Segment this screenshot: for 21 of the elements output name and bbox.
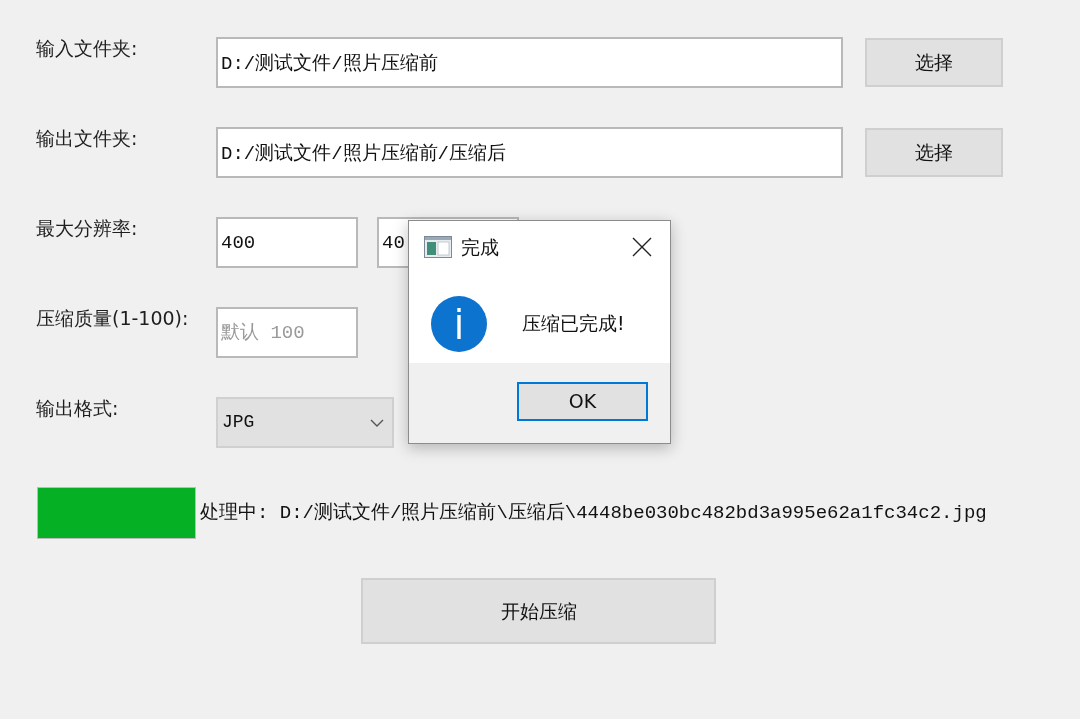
- field-label: 输出格式:: [36, 397, 120, 419]
- path-input-field[interactable]: D:/测试文件/照片压缩前: [216, 37, 843, 88]
- dialog-title: 完成: [461, 234, 499, 260]
- info-icon: [431, 296, 487, 352]
- chevron-down-icon: [370, 418, 384, 427]
- browse-button[interactable]: 选择: [865, 128, 1003, 177]
- format-dropdown[interactable]: JPG: [216, 397, 394, 448]
- browse-button[interactable]: 选择: [865, 38, 1003, 87]
- path-input-field[interactable]: D:/测试文件/照片压缩前/压缩后: [216, 127, 843, 178]
- field-label: 输出文件夹:: [36, 127, 139, 149]
- number-input-field[interactable]: 400: [216, 217, 358, 268]
- field-label: 压缩质量(1-100):: [36, 307, 190, 329]
- window-icon: [424, 236, 452, 258]
- field-label: 输入文件夹:: [36, 37, 139, 59]
- close-icon[interactable]: [632, 237, 652, 257]
- ok-button[interactable]: OK: [517, 382, 648, 421]
- status-text: 处理中: D:/测试文件/照片压缩前\压缩后\4448be030bc482bd3a995e62a1fc34c2.jpg: [200, 500, 987, 526]
- number-input-field[interactable]: 默认 100: [216, 307, 358, 358]
- field-label: 最大分辨率:: [36, 217, 139, 239]
- start-compress-button[interactable]: 开始压缩: [361, 578, 716, 644]
- dialog-message: 压缩已完成!: [522, 312, 625, 334]
